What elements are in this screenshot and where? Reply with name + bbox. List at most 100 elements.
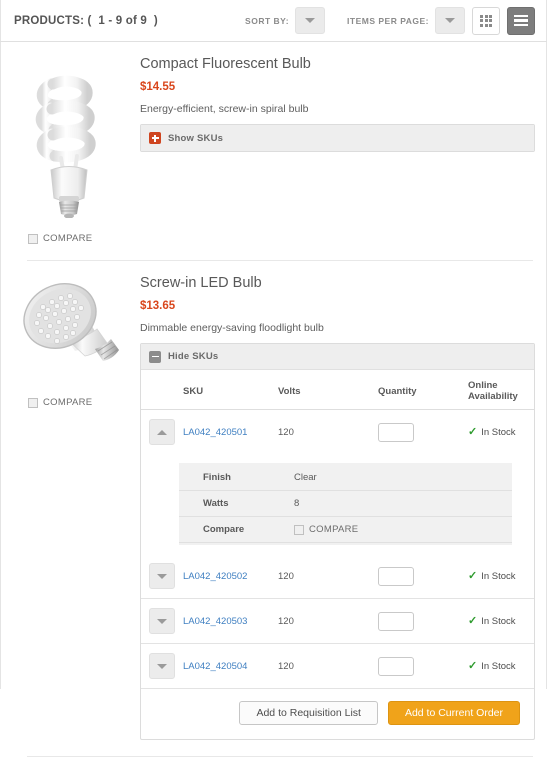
product-item: COMPARE Screw-in LED Bulb $13.65 Dimmabl… (0, 261, 547, 740)
attribute-key: Finish (179, 465, 294, 491)
show-skus-label: Show SKUs (168, 132, 224, 144)
quantity-input[interactable] (378, 656, 414, 676)
sort-by-select[interactable] (295, 7, 326, 34)
volts-cell: 120 (278, 598, 378, 644)
sku-cell: LA042_420504 (183, 643, 278, 689)
compact-fluorescent-bulb-image[interactable] (21, 58, 117, 223)
sku-attributes-panel: Finish Clear Watts 8 Compare COMPARE (179, 463, 512, 545)
sku-column-header: SKU (183, 370, 278, 410)
row-toggle-cell (141, 643, 183, 689)
quantity-cell (378, 598, 468, 644)
items-per-page-select[interactable] (435, 7, 465, 34)
compare-checkbox[interactable] (28, 397, 38, 408)
attribute-value: 8 (294, 490, 512, 517)
toolbar-controls: SORT BY: ITEMS PER PAGE: (245, 6, 535, 35)
availability-label: In Stock (481, 615, 516, 627)
quantity-input[interactable] (378, 566, 414, 586)
attribute-value: Clear (294, 465, 512, 491)
sku-link[interactable]: LA042_420501 (183, 427, 247, 438)
chevron-down-icon (157, 618, 167, 624)
chevron-up-icon (157, 429, 167, 435)
sku-table-header-row: SKU Volts Quantity Online Availability (141, 370, 534, 410)
chevron-down-icon (305, 18, 316, 23)
product-image-column: COMPARE (14, 275, 124, 740)
compare-label: COMPARE (309, 524, 359, 535)
availability-cell: ✓ In Stock (468, 643, 534, 689)
row-toggle-cell (141, 410, 183, 455)
compare-control[interactable]: COMPARE (14, 233, 92, 244)
availability-label: In Stock (481, 660, 516, 672)
attribute-key: Compare (179, 516, 294, 543)
quantity-input[interactable] (378, 611, 414, 631)
attribute-value-compare: COMPARE (294, 516, 512, 543)
sku-cell: LA042_420501 (183, 410, 278, 455)
show-skus-toggle[interactable]: Show SKUs (141, 125, 534, 151)
volts-cell: 120 (278, 426, 294, 438)
grid-view-icon (480, 14, 492, 27)
hide-skus-label: Hide SKUs (168, 351, 219, 362)
compare-checkbox[interactable] (28, 233, 38, 244)
availability-cell: ✓ In Stock (468, 554, 534, 599)
sku-cell: LA042_420502 (183, 554, 278, 599)
product-title[interactable]: Screw-in LED Bulb (140, 275, 535, 291)
sort-by-label: SORT BY: (245, 15, 290, 26)
quantity-input[interactable] (378, 422, 414, 442)
compare-checkbox[interactable] (294, 524, 304, 535)
product-item: COMPARE Compact Fluorescent Bulb $14.55 … (0, 42, 547, 244)
products-toolbar: PRODUCTS: ( 1 - 9 of 9 ) SORT BY: ITEMS … (0, 0, 547, 42)
volts-cell: 120 (278, 554, 378, 599)
plus-icon (149, 132, 161, 144)
compare-label: COMPARE (43, 233, 93, 244)
sku-table: SKU Volts Quantity Online Availability L… (141, 370, 534, 689)
collapse-row-button[interactable] (149, 419, 175, 445)
compare-label: COMPARE (43, 397, 93, 408)
product-price: $13.65 (140, 300, 176, 312)
table-row: LA042_420504 120 ✓ In Stock (141, 643, 534, 689)
compare-control[interactable]: COMPARE (14, 397, 92, 408)
add-to-current-order-button[interactable]: Add to Current Order (387, 701, 520, 725)
availability-label: In Stock (481, 426, 516, 438)
chevron-down-icon (157, 573, 167, 579)
row-toggle-cell (141, 554, 183, 599)
chevron-down-icon (157, 663, 167, 669)
sku-link[interactable]: LA042_420503 (183, 616, 247, 627)
availability-column-header: Online Availability (468, 370, 534, 410)
attribute-key: Watts (179, 490, 294, 517)
quantity-cell (378, 410, 468, 455)
availability-label: In Stock (481, 570, 516, 582)
compare-control[interactable]: COMPARE (294, 524, 512, 535)
sku-actions: Add to Requisition List Add to Current O… (141, 689, 534, 739)
product-title[interactable]: Compact Fluorescent Bulb (140, 56, 535, 72)
list-view-icon (514, 14, 528, 27)
check-icon: ✓ (468, 569, 478, 582)
sku-link[interactable]: LA042_420504 (183, 661, 247, 672)
check-icon: ✓ (468, 659, 478, 672)
list-view-button[interactable] (507, 6, 535, 35)
sku-panel: Show SKUs (140, 124, 535, 152)
product-details: Compact Fluorescent Bulb $14.55 Energy-e… (124, 56, 535, 244)
hide-skus-toggle[interactable]: Hide SKUs (141, 344, 534, 370)
volts-cell: 120 (278, 643, 378, 689)
expand-row-button[interactable] (149, 608, 175, 634)
availability-status: ✓ In Stock (468, 569, 534, 582)
volts-column-header: Volts (278, 370, 378, 410)
quantity-column-header: Quantity (378, 370, 468, 410)
availability-status: ✓ In Stock (468, 659, 534, 672)
add-to-requisition-list-button[interactable]: Add to Requisition List (239, 701, 378, 725)
minus-icon (149, 350, 161, 363)
availability-status: ✓ In Stock (468, 426, 534, 438)
product-details: Screw-in LED Bulb $13.65 Dimmable energy… (124, 275, 535, 740)
expand-row-button[interactable] (149, 563, 175, 589)
expand-row-button[interactable] (149, 653, 175, 679)
grid-view-button[interactable] (472, 6, 500, 35)
screw-in-led-bulb-image[interactable] (19, 277, 119, 387)
availability-cell: ✓ In Stock (468, 410, 534, 455)
check-icon: ✓ (468, 614, 478, 627)
sku-cell: LA042_420503 (183, 598, 278, 644)
sku-attributes-row: Finish Clear Watts 8 Compare COMPARE (141, 454, 534, 554)
quantity-cell (378, 643, 468, 689)
quantity-cell (378, 554, 468, 599)
availability-cell: ✓ In Stock (468, 598, 534, 644)
sku-link[interactable]: LA042_420502 (183, 571, 247, 582)
product-description: Energy-efficient, screw-in spiral bulb (140, 103, 309, 115)
